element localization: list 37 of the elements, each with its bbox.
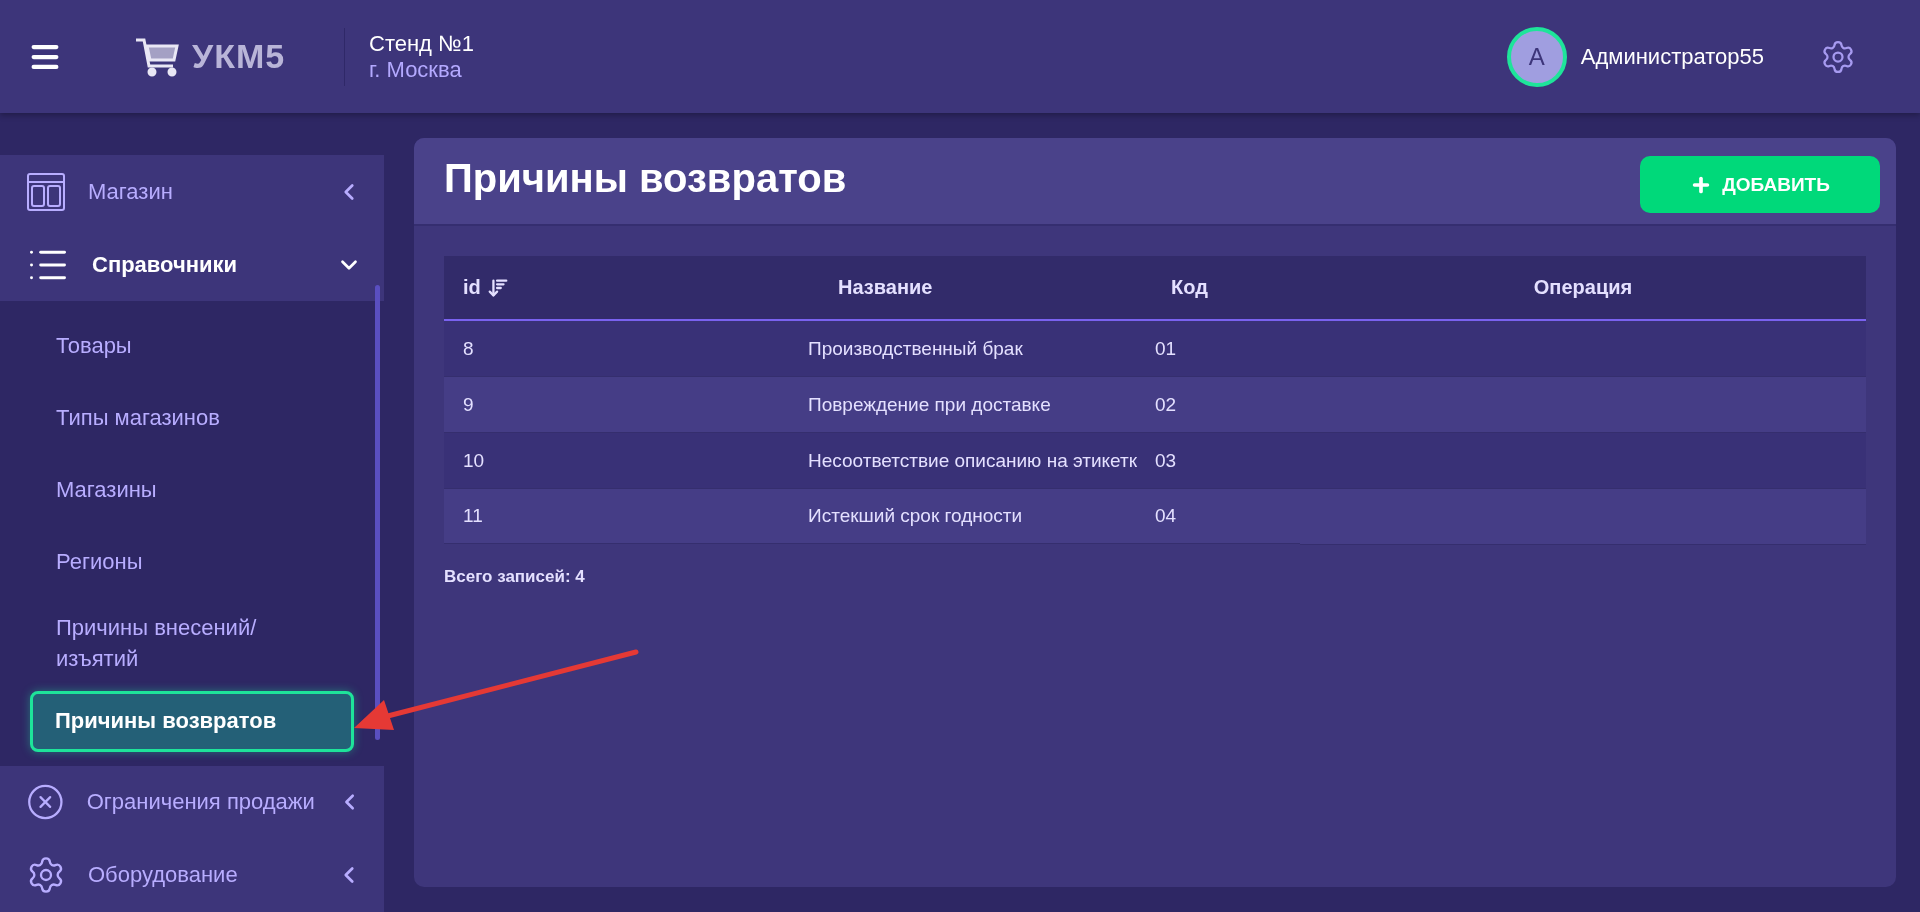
store-window-icon <box>26 171 66 212</box>
table-cell: Производственный брак <box>808 321 1155 377</box>
table-cell: 8 <box>444 321 808 377</box>
table-cell: 03 <box>1155 433 1300 489</box>
user-avatar[interactable]: А <box>1506 26 1567 87</box>
sidebar-item[interactable]: Типы магазинов <box>30 383 354 454</box>
sidebar-group[interactable]: Справочники <box>0 228 384 302</box>
table-cell: 01 <box>1155 321 1300 377</box>
logo-text: УКМ5 <box>192 37 286 76</box>
table-cell: 10 <box>444 433 808 489</box>
column-header[interactable]: Код <box>1155 256 1300 321</box>
sidebar-item[interactable]: Причины внесений/ изъятий <box>30 599 354 689</box>
column-header[interactable]: Операция <box>1300 256 1866 321</box>
column-header[interactable]: Название <box>808 256 1155 321</box>
city-name: г. Москва <box>369 56 463 83</box>
total-count: Всего записей: 4 <box>444 567 586 587</box>
sidebar-group[interactable]: Оборудование <box>0 838 384 912</box>
cart-icon <box>134 36 182 77</box>
stand-name: Стенд №1 <box>369 30 474 57</box>
sidebar-item[interactable]: Магазины <box>30 455 354 526</box>
settings-icon[interactable] <box>1820 38 1856 75</box>
sidebar-group[interactable]: Магазин <box>0 155 384 229</box>
user-name: Администратор55 <box>1580 43 1764 70</box>
table-cell: 9 <box>444 377 808 433</box>
table-cell: 02 <box>1155 377 1300 433</box>
page-title: Причины возвратов <box>444 156 847 201</box>
table-cell: 11 <box>444 489 808 544</box>
table-cell: 04 <box>1155 489 1300 544</box>
table-cell: Несоответствие описанию на этикетк <box>808 433 1155 489</box>
table-cell: Истекший срок годности <box>808 489 1155 544</box>
column-header[interactable]: id <box>444 256 808 321</box>
sidebar-item[interactable]: Товары <box>30 311 354 382</box>
table-cell: Повреждение при доставке <box>808 377 1155 433</box>
sidebar-item[interactable]: Регионы <box>30 527 354 598</box>
scrollbar[interactable] <box>375 285 380 740</box>
sidebar-group[interactable]: Ограничения продажи <box>0 765 384 839</box>
sidebar-item[interactable]: Причины возвратов <box>30 690 354 752</box>
